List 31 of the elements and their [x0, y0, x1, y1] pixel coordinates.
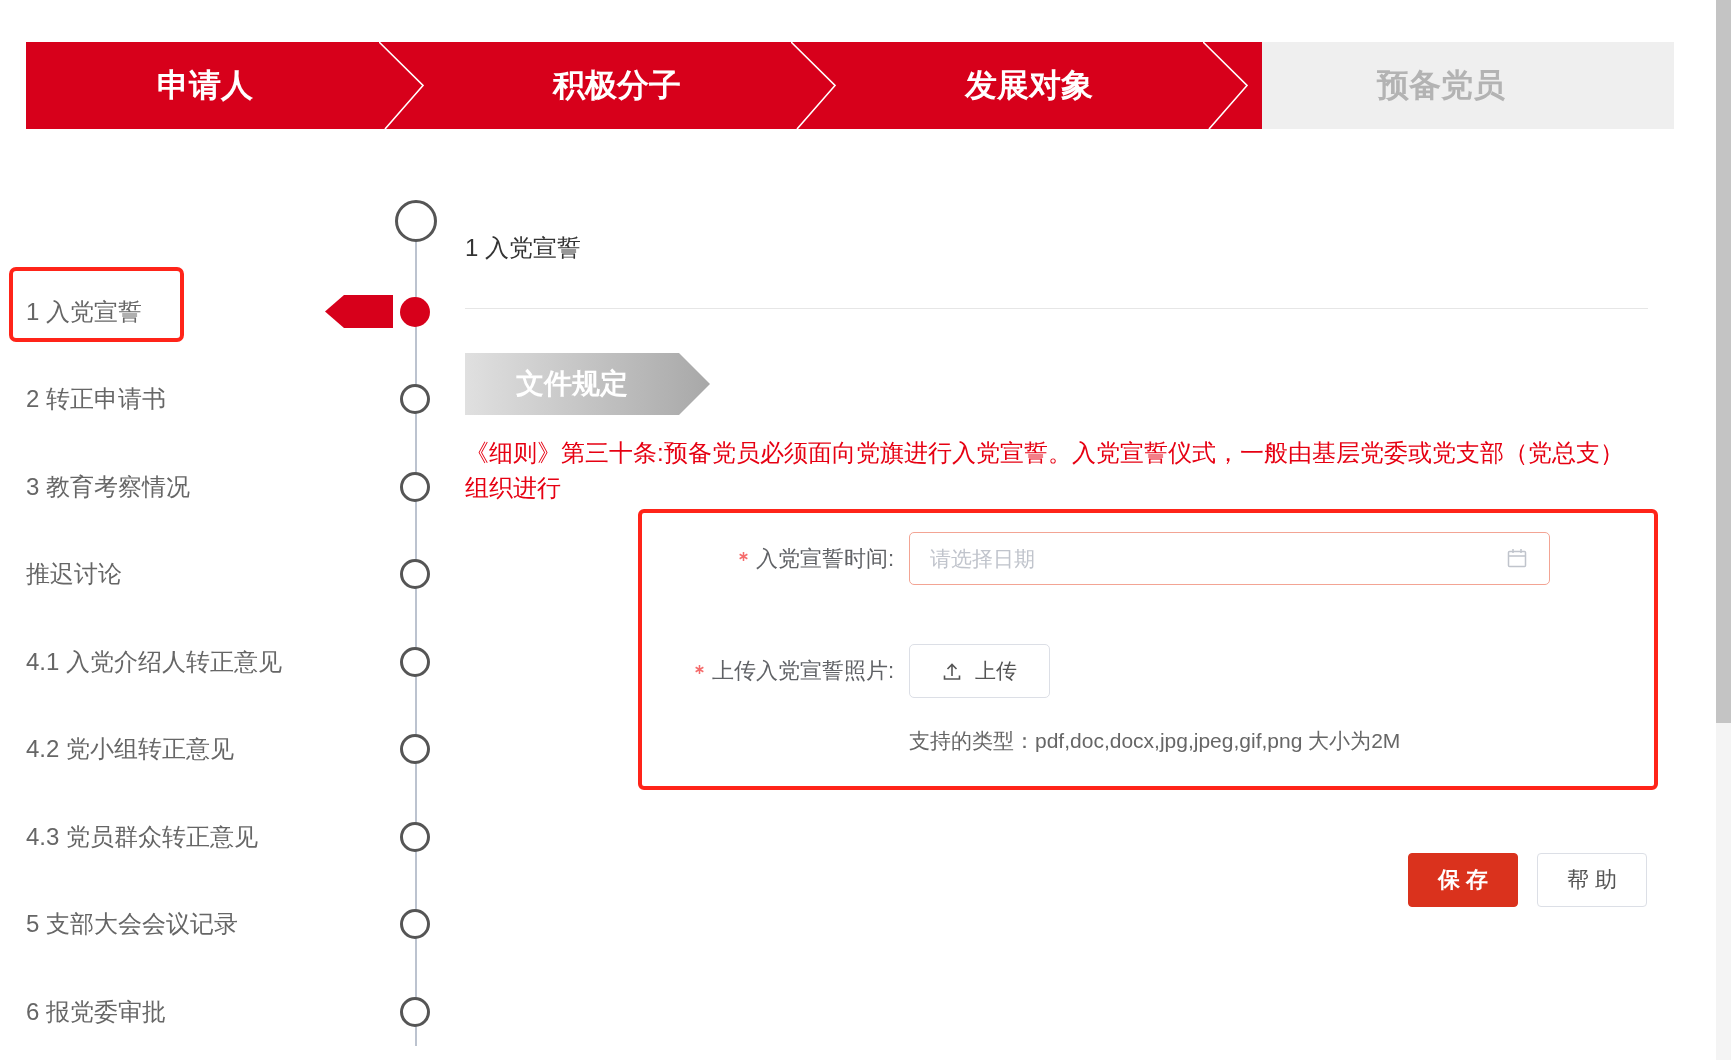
step-label: 申请人 — [157, 65, 253, 105]
chevron-icon — [1203, 42, 1248, 129]
timeline-label[interactable]: 1 入党宣誓 — [26, 295, 142, 328]
timeline-label[interactable]: 2 转正申请书 — [26, 383, 166, 416]
hint-text: 支持的类型：pdf,doc,docx,jpg,jpeg,gif,png 大小为2M — [909, 728, 1401, 754]
timeline-label[interactable]: 4.3 党员群众转正意见 — [26, 820, 259, 853]
timeline-start-icon — [395, 200, 437, 242]
step-label: 积极分子 — [553, 65, 681, 105]
field-label: 上传入党宣誓照片: — [711, 657, 894, 685]
timeline-label[interactable]: 4.1 入党介绍人转正意见 — [26, 645, 283, 678]
upload-icon — [942, 662, 961, 680]
step-label: 发展对象 — [965, 65, 1093, 105]
timeline-label[interactable]: 5 支部大会会议记录 — [26, 908, 238, 941]
upload-button[interactable]: 上传 — [909, 644, 1050, 698]
timeline-label[interactable]: 6 报党委审批 — [26, 995, 166, 1028]
timeline-label[interactable]: 4.2 党小组转正意见 — [26, 733, 235, 766]
section-title: 1 入党宣誓 — [465, 233, 581, 263]
timeline-label[interactable]: 推迟讨论 — [26, 558, 122, 591]
pointer-icon — [325, 295, 393, 329]
scrollbar-thumb[interactable] — [1716, 0, 1731, 723]
rule-text: 《细则》第三十条:预备党员必须面向党旗进行入党宣誓。入党宣誓仪式，一般由基层党委或党支部（党总支）组织进行 — [465, 438, 1625, 503]
field-label: 入党宣誓时间: — [755, 544, 894, 573]
calendar-icon — [1507, 548, 1527, 568]
date-field[interactable]: 请选择日期 — [909, 532, 1550, 585]
save-button[interactable]: 保 存 — [1408, 853, 1518, 907]
scrollbar-track[interactable] — [1716, 0, 1731, 1060]
step-label: 预备党员 — [1377, 65, 1505, 105]
help-button[interactable]: 帮 助 — [1537, 853, 1647, 907]
timeline-label[interactable]: 3 教育考察情况 — [26, 470, 190, 503]
chevron-icon — [379, 42, 424, 129]
chevron-icon — [791, 42, 836, 129]
